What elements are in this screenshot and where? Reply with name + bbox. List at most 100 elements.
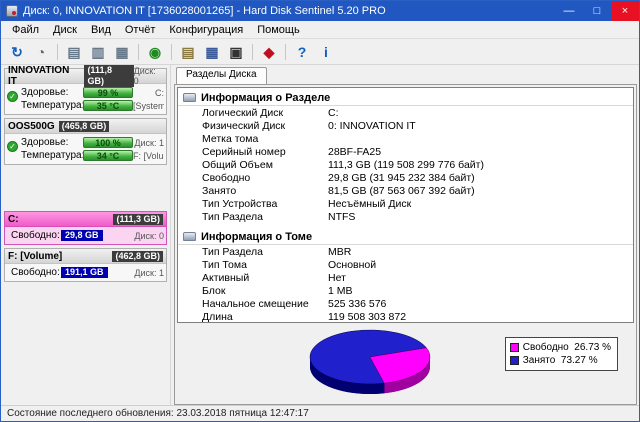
temperature-meter: 35 °C: [83, 100, 133, 111]
info-label: Тип Тома: [202, 258, 247, 271]
disk-name: OOS500G: [8, 120, 55, 132]
menu-bar: Файл Диск Вид Отчёт Конфигурация Помощь: [1, 21, 639, 39]
partition-info-panel: Информация о Разделе Логический Диск C: Физ…: [177, 87, 634, 323]
info-row: Серийный номер 28BF-FA25: [178, 145, 633, 158]
menu-view[interactable]: Вид: [84, 23, 118, 37]
disk-clock-icon: ◔: [36, 43, 46, 60]
report-icon: ▤: [181, 43, 195, 60]
partition-body: Свободно: 191,1 GB Диск: 1: [5, 264, 166, 281]
refresh-button[interactable]: ↻: [5, 41, 29, 63]
info-value: 29,8 GB (31 945 232 384 байт): [328, 171, 475, 184]
alert-monitor-button[interactable]: ◆: [257, 41, 281, 63]
help-button[interactable]: ?: [290, 41, 314, 63]
minimize-button[interactable]: —: [555, 1, 583, 21]
info-value: 81,5 GB (87 563 067 392 байт): [328, 184, 475, 197]
temperature-row: Температура: 34 °C F: [Volume]: [21, 149, 164, 162]
disk-extended-test-button[interactable]: ▥: [86, 41, 110, 63]
disk-body: ✓ Здоровье: 99 % C: Температура: 35 °C […: [5, 84, 166, 114]
info-value: 1 MB: [328, 284, 353, 297]
menu-config[interactable]: Конфигурация: [162, 23, 250, 37]
health-meter: 100 %: [83, 137, 133, 148]
report-button[interactable]: ▤: [176, 41, 200, 63]
menu-file[interactable]: Файл: [5, 23, 46, 37]
status-bar: Состояние последнего обновления: 23.03.2…: [1, 405, 639, 421]
legend-swatch: [509, 343, 519, 352]
globe-online-button[interactable]: ◉: [143, 41, 167, 63]
info-button[interactable]: i: [314, 41, 338, 63]
info-row: Общий Объем 111,3 GB (119 508 299 776 бай…: [178, 158, 633, 171]
info-row: Свободно 29,8 GB (31 945 232 384 байт): [178, 171, 633, 184]
window-title: Диск: 0, INNOVATION IT [1736028001265] -…: [23, 5, 386, 17]
maximize-button[interactable]: □: [583, 1, 611, 21]
tab-disk-partitions[interactable]: Разделы Диска: [176, 67, 267, 84]
health-label: Здоровье:: [21, 87, 69, 98]
disk-header: OOS500G (465,8 GB): [5, 119, 166, 134]
globe-online-icon: ◉: [148, 43, 162, 60]
info-label: Общий Объем: [202, 158, 273, 171]
disk-item-1[interactable]: OOS500G (465,8 GB) ✓ Здоровье: 100 % Дис…: [4, 118, 167, 165]
info-label: Свободно: [202, 171, 251, 184]
menu-help[interactable]: Помощь: [250, 23, 307, 37]
disk-item-0[interactable]: INNOVATION IT (111,8 GB) Диск: 0 ✓ Здоро…: [4, 65, 167, 115]
partition-item-c[interactable]: C: (111,3 GB) Свободно: 29,8 GB Диск: 0: [4, 211, 167, 245]
disk-section-icon: [183, 93, 196, 102]
health-ok-icon: ✓: [7, 141, 18, 152]
info-value: 28BF-FA25: [328, 145, 382, 158]
partition-group: C: (111,3 GB) Свободно: 29,8 GB Диск: 0 …: [4, 211, 167, 282]
camera-button[interactable]: ▣: [224, 41, 248, 63]
legend-label: Свободно 26.73 %: [522, 342, 611, 353]
disk-short-test-icon: ▤: [67, 43, 81, 60]
disk-size-badge: (465,8 GB): [58, 120, 110, 132]
health-meter: 99 %: [83, 87, 133, 98]
free-space-label: Свободно:: [11, 230, 60, 241]
info-icon: i: [324, 43, 328, 60]
section-title: Информация о Разделе: [201, 91, 331, 104]
save-report-button[interactable]: ▦: [200, 41, 224, 63]
section-title: Информация о Томе: [201, 230, 313, 243]
free-space-badge: 191,1 GB: [61, 267, 108, 278]
pie-chart-svg: [309, 329, 431, 395]
info-row: Тип Тома Основной: [178, 258, 633, 271]
menu-report[interactable]: Отчёт: [118, 23, 162, 37]
free-space-row: Свободно: 29,8 GB Диск: 0: [11, 229, 164, 242]
partition-item-f[interactable]: F: [Volume] (462,8 GB) Свободно: 191,1 G…: [4, 248, 167, 282]
title-bar: Диск: 0, INNOVATION IT [1736028001265] -…: [1, 1, 639, 21]
free-space-badge: 29,8 GB: [61, 230, 103, 241]
info-row: Начальное смещение 525 336 576: [178, 297, 633, 310]
partition-header: F: [Volume] (462,8 GB): [5, 249, 166, 264]
info-value: 525 336 576: [328, 297, 387, 310]
info-label: Блок: [202, 284, 226, 297]
section-header: Информация о Томе: [178, 229, 633, 245]
disk-section-icon: [183, 232, 196, 241]
legend-swatch: [509, 356, 519, 365]
partition-disk-number: Диск: 1: [134, 267, 164, 278]
info-row: Длина 119 508 303 872: [178, 310, 633, 323]
disk-body: ✓ Здоровье: 100 % Диск: 1 Температура: 3…: [5, 134, 166, 164]
health-row: Здоровье: 100 % Диск: 1: [21, 136, 164, 149]
info-label: Серийный номер: [202, 145, 286, 158]
info-label: Тип Раздела: [202, 245, 263, 258]
main-area: Разделы Диска Информация о Разделе Логиче…: [171, 65, 639, 405]
info-row: Логический Диск C:: [178, 106, 633, 119]
temperature-label: Температура:: [21, 100, 85, 111]
partition-size-badge: (111,3 GB): [113, 213, 163, 225]
disk-clock-button[interactable]: ◔: [29, 41, 53, 63]
info-label: Занято: [202, 184, 237, 197]
temperature-right-text: [System-res...: [133, 100, 164, 111]
temperature-row: Температура: 35 °C [System-res...: [21, 99, 164, 112]
info-row: Занято 81,5 GB (87 563 067 392 байт): [178, 184, 633, 197]
health-row: Здоровье: 99 % C:: [21, 86, 164, 99]
info-value: MBR: [328, 245, 352, 258]
temperature-right-text: F: [Volume]: [133, 150, 164, 161]
free-space-row: Свободно: 191,1 GB Диск: 1: [11, 266, 164, 279]
partition-disk-number: Диск: 0: [134, 230, 164, 241]
health-label: Здоровье:: [21, 137, 69, 148]
free-space-label: Свободно:: [11, 267, 60, 278]
info-value: NTFS: [328, 210, 356, 223]
disk-sidebar: INNOVATION IT (111,8 GB) Диск: 0 ✓ Здоро…: [1, 65, 171, 405]
info-label: Начальное смещение: [202, 297, 309, 310]
close-button[interactable]: ×: [611, 1, 639, 21]
disk-surface-test-button[interactable]: ▦: [110, 41, 134, 63]
disk-short-test-button[interactable]: ▤: [62, 41, 86, 63]
menu-disk[interactable]: Диск: [46, 23, 84, 37]
